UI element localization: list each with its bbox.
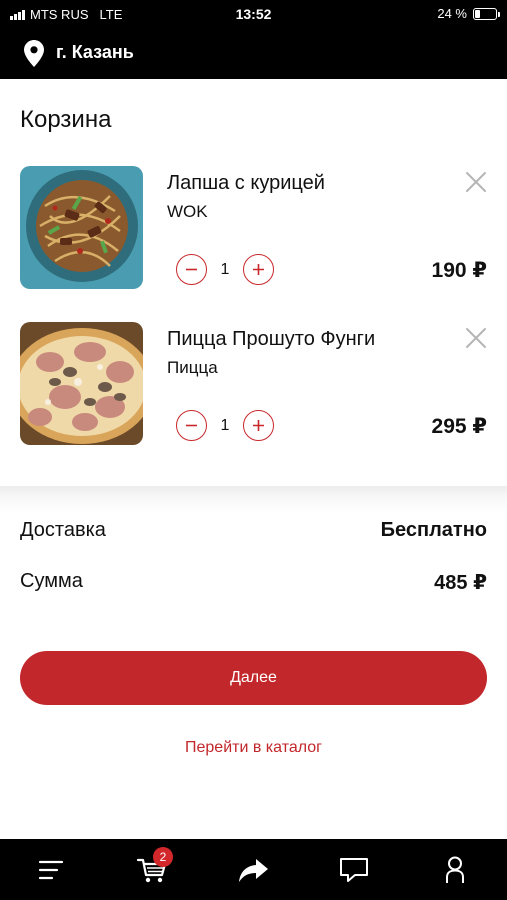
- item-price: 190 ₽: [431, 259, 487, 282]
- order-summary: Доставка Бесплатно Сумма 485 ₽: [0, 486, 507, 606]
- bottom-nav: 2: [0, 839, 507, 900]
- item-category: WOK: [167, 202, 208, 221]
- cart-item: Пицца Прошуто Фунги Пицца 1 295 ₽: [0, 322, 507, 452]
- battery-fill: [475, 9, 480, 18]
- delivery-label: Доставка: [20, 519, 106, 541]
- battery-icon: [473, 7, 500, 20]
- item-name: Лапша с курицей: [167, 172, 325, 194]
- next-button[interactable]: Далее: [20, 651, 487, 705]
- quantity-value: 1: [220, 416, 230, 434]
- plus-icon: [253, 420, 264, 431]
- plus-icon: [253, 264, 264, 275]
- battery-percent: 24 %: [437, 6, 467, 21]
- page-title: Корзина: [20, 106, 112, 133]
- profile-icon: [446, 856, 464, 883]
- quantity-stepper: 1: [176, 410, 274, 441]
- status-right: 24 %: [437, 6, 500, 21]
- remove-item-icon[interactable]: [464, 326, 488, 350]
- minus-icon: [186, 424, 197, 427]
- minus-icon: [186, 268, 197, 271]
- cart-button[interactable]: 2: [135, 847, 173, 887]
- decrease-quantity-button[interactable]: [176, 254, 207, 285]
- location-pin-icon: [24, 40, 44, 67]
- cart-item: Лапша с курицей WOK 1 190 ₽: [0, 166, 507, 296]
- menu-icon: [38, 860, 64, 880]
- decrease-quantity-button[interactable]: [176, 410, 207, 441]
- profile-button[interactable]: [438, 853, 472, 887]
- remove-item-icon[interactable]: [464, 170, 488, 194]
- share-icon: [239, 859, 268, 882]
- status-bar: MTS RUS LTE 13:52 24 %: [0, 0, 507, 28]
- total-label: Сумма: [20, 570, 83, 592]
- menu-button[interactable]: [34, 853, 68, 887]
- quantity-stepper: 1: [176, 254, 274, 285]
- go-to-catalog-link[interactable]: Перейти в каталог: [0, 739, 507, 757]
- item-price: 295 ₽: [431, 415, 487, 438]
- increase-quantity-button[interactable]: [243, 410, 274, 441]
- delivery-row: Доставка Бесплатно: [20, 519, 487, 542]
- delivery-value: Бесплатно: [380, 519, 487, 541]
- city-header[interactable]: г. Казань: [0, 28, 507, 79]
- cart-count-badge: 2: [153, 847, 173, 867]
- city-name: г. Казань: [56, 42, 134, 62]
- item-category: Пицца: [167, 358, 218, 377]
- total-row: Сумма 485 ₽: [20, 570, 487, 595]
- total-value: 485 ₽: [434, 572, 487, 594]
- status-time: 13:52: [235, 6, 272, 22]
- item-name: Пицца Прошуто Фунги: [167, 328, 376, 350]
- chat-icon: [340, 858, 368, 882]
- chat-button[interactable]: [337, 853, 371, 887]
- noodles-with-chicken-photo[interactable]: [20, 166, 143, 289]
- quantity-value: 1: [220, 260, 230, 278]
- increase-quantity-button[interactable]: [243, 254, 274, 285]
- prosciutto-funghi-pizza-photo[interactable]: [20, 322, 143, 445]
- share-button[interactable]: [236, 853, 270, 887]
